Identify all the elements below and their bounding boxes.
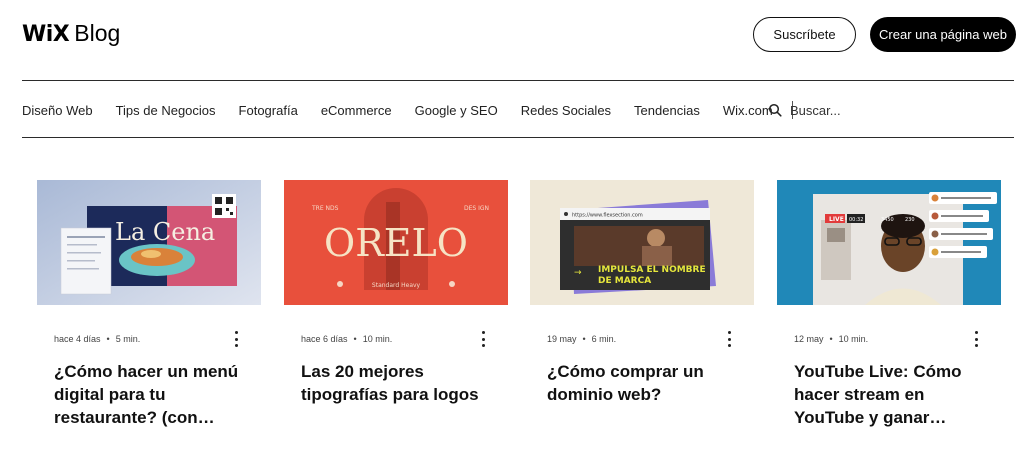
- post-read-time: 10 min.: [362, 334, 393, 344]
- nav-item-diseno-web[interactable]: Diseño Web: [22, 103, 93, 118]
- subscribe-button[interactable]: Suscríbete: [753, 17, 856, 52]
- thumb-live-badge: LIVE: [829, 216, 844, 223]
- post-card[interactable]: ORELO Standard Heavy TRE NDS DES IGN hac…: [284, 180, 508, 404]
- meta-separator: •: [106, 334, 110, 344]
- search-icon[interactable]: [768, 103, 782, 117]
- nav-item-google-seo[interactable]: Google y SEO: [415, 103, 498, 118]
- post-title[interactable]: ¿Cómo hacer un menú digital para tu rest…: [54, 360, 254, 429]
- post-date: 12 may: [794, 334, 824, 344]
- post-title[interactable]: Las 20 mejores tipografías para logos: [301, 360, 501, 406]
- svg-text:→: →: [574, 268, 582, 278]
- post-title-line: hacer stream en: [794, 385, 925, 404]
- post-title-line: digital para tu: [54, 385, 166, 404]
- post-thumbnail-domain[interactable]: https://www.flexsection.com IMPULSA EL N…: [530, 180, 754, 305]
- post-title-line: ¿Cómo hacer un menú: [54, 362, 239, 381]
- post-thumbnail-youtube-live[interactable]: LIVE 00:32 3450 230: [777, 180, 1001, 305]
- create-website-button[interactable]: Crear una página web: [870, 17, 1016, 52]
- thumb-url-text: https://www.flexsection.com: [572, 213, 643, 219]
- thumb-headline-1: IMPULSA EL NOMBRE: [598, 265, 706, 275]
- post-read-time: 10 min.: [838, 334, 869, 344]
- post-meta: 19 may • 6 min.: [547, 332, 737, 346]
- category-nav: Diseño Web Tips de Negocios Fotografía e…: [22, 98, 793, 122]
- post-title-line: restaurante? (con…: [54, 408, 215, 427]
- nav-item-wix-com[interactable]: Wix.com: [723, 103, 773, 118]
- post-title-line: YouTube y ganar…: [794, 408, 947, 427]
- post-thumbnail-menu[interactable]: La Cena: [37, 180, 261, 305]
- post-meta: 12 may • 10 min.: [794, 332, 984, 346]
- post-title-line: tipografías para logos: [301, 385, 479, 404]
- post-date: hace 6 días: [301, 334, 348, 344]
- thumb-headline-2: DE MARCA: [598, 276, 651, 286]
- post-meta: hace 4 días • 5 min.: [54, 332, 244, 346]
- more-options-icon[interactable]: [231, 331, 241, 347]
- post-date: 19 may: [547, 334, 577, 344]
- thumb-like-count: 230: [905, 217, 915, 223]
- post-title[interactable]: ¿Cómo comprar un dominio web?: [547, 360, 747, 406]
- site-header: WiX Blog Suscríbete Crear una página web: [0, 0, 1024, 80]
- wix-blog-logo[interactable]: WiX Blog: [22, 20, 120, 50]
- post-read-time: 5 min.: [115, 334, 141, 344]
- post-card[interactable]: https://www.flexsection.com IMPULSA EL N…: [530, 180, 754, 404]
- more-options-icon[interactable]: [971, 331, 981, 347]
- meta-separator: •: [829, 334, 833, 344]
- post-card[interactable]: LIVE 00:32 3450 230 12 may • 10 min. You…: [777, 180, 1001, 427]
- nav-item-ecommerce[interactable]: eCommerce: [321, 103, 392, 118]
- nav-item-redes-sociales[interactable]: Redes Sociales: [521, 103, 611, 118]
- more-options-icon[interactable]: [724, 331, 734, 347]
- thumb-view-count: 3450: [881, 217, 894, 223]
- post-title-line: dominio web?: [547, 385, 662, 404]
- nav-item-tendencias[interactable]: Tendencias: [634, 103, 700, 118]
- meta-separator: •: [353, 334, 357, 344]
- more-options-icon[interactable]: [478, 331, 488, 347]
- post-thumbnail-typography[interactable]: ORELO Standard Heavy TRE NDS DES IGN: [284, 180, 508, 305]
- search-box[interactable]: Buscar...: [768, 98, 841, 122]
- thumb-live-time: 00:32: [849, 217, 863, 223]
- header-divider: [22, 80, 1014, 81]
- post-meta: hace 6 días • 10 min.: [301, 332, 491, 346]
- nav-divider: [22, 137, 1014, 138]
- post-title[interactable]: YouTube Live: Cómo hacer stream en YouTu…: [794, 360, 994, 429]
- nav-item-fotografia[interactable]: Fotografía: [239, 103, 298, 118]
- thumb-la-cena-text: La Cena: [115, 218, 215, 246]
- search-input[interactable]: Buscar...: [790, 103, 841, 118]
- logo-blog-text: Blog: [74, 20, 121, 46]
- thumb-caption-text: Standard Heavy: [372, 282, 421, 289]
- post-read-time: 6 min.: [591, 334, 617, 344]
- post-title-line: ¿Cómo comprar un: [547, 362, 704, 381]
- meta-separator: •: [582, 334, 586, 344]
- thumb-corner-right: DES IGN: [464, 205, 489, 212]
- post-card[interactable]: La Cena hace 4 días • 5 min. ¿Cómo hacer…: [37, 180, 261, 427]
- post-title-line: YouTube Live: Cómo: [794, 362, 962, 381]
- nav-item-tips-de-negocios[interactable]: Tips de Negocios: [116, 103, 216, 118]
- thumb-corner-left: TRE NDS: [311, 205, 339, 212]
- thumb-orelo-text: ORELO: [324, 221, 468, 265]
- post-title-line: Las 20 mejores: [301, 362, 424, 381]
- logo-wix-text: WiX: [22, 22, 70, 47]
- post-date: hace 4 días: [54, 334, 101, 344]
